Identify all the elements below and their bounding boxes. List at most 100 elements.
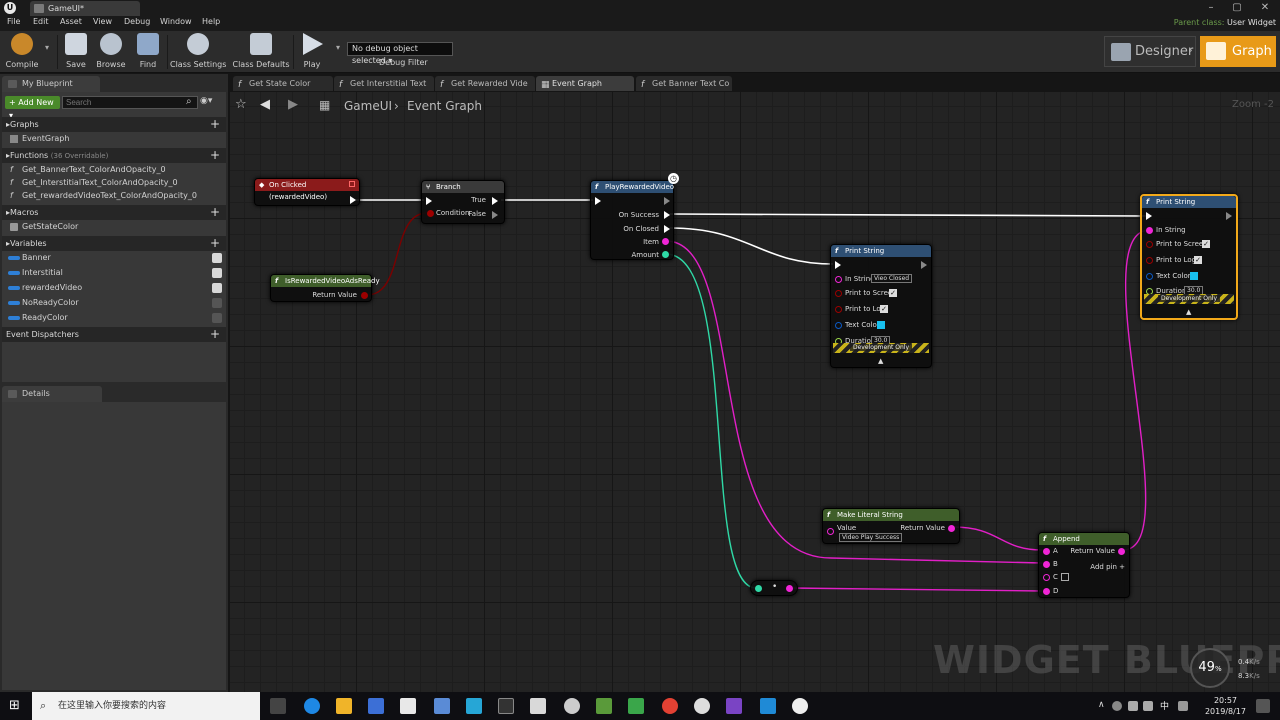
node-int-to-string[interactable]: • bbox=[750, 580, 798, 596]
variables-category[interactable]: ▸Variables + bbox=[2, 236, 226, 251]
value-string-pin[interactable] bbox=[827, 528, 834, 535]
print-log-pin[interactable] bbox=[835, 306, 842, 313]
browse-button[interactable]: Browse bbox=[94, 33, 128, 71]
graphs-category[interactable]: ▸Graphs + bbox=[2, 117, 226, 132]
exec-out-pin[interactable] bbox=[1226, 212, 1232, 220]
macro-item[interactable]: GetStateColor bbox=[2, 220, 226, 234]
spreadsheet-icon[interactable] bbox=[628, 698, 644, 714]
visibility-eye-icon[interactable] bbox=[212, 253, 222, 263]
literal-value-field[interactable]: Video Play Success bbox=[839, 533, 903, 542]
app-window-icon[interactable] bbox=[530, 698, 546, 714]
text-color-swatch[interactable] bbox=[877, 321, 885, 329]
class-defaults-button[interactable]: Class Defaults bbox=[232, 33, 290, 71]
menu-help[interactable]: Help bbox=[202, 17, 220, 26]
function-item[interactable]: f Get_InterstitialText_ColorAndOpacity_0 bbox=[2, 176, 226, 190]
text-color-swatch[interactable] bbox=[1190, 272, 1198, 280]
system-clock[interactable]: 20:57 2019/8/17 bbox=[1205, 695, 1246, 717]
node-on-clicked[interactable]: ◆ On Clicked (rewardedVideo) bbox=[254, 178, 360, 206]
return-string-pin[interactable] bbox=[948, 525, 955, 532]
print-screen-checkbox[interactable]: ✓ bbox=[889, 289, 897, 297]
item-string-pin[interactable] bbox=[662, 238, 669, 245]
in-string-field[interactable]: Vieo Closed bbox=[871, 274, 913, 283]
designer-mode-button[interactable]: Designer bbox=[1104, 36, 1196, 67]
store-icon[interactable] bbox=[368, 698, 384, 714]
details-tab[interactable]: Details bbox=[2, 386, 102, 402]
append-a-pin[interactable] bbox=[1043, 548, 1050, 555]
node-make-literal-string[interactable]: f Make Literal String Value Video Play Su… bbox=[822, 508, 960, 544]
visibility-eye-icon[interactable] bbox=[212, 268, 222, 278]
close-button[interactable]: ✕ bbox=[1252, 0, 1278, 16]
convert-int-pin[interactable] bbox=[755, 585, 762, 592]
return-bool-pin[interactable] bbox=[361, 292, 368, 299]
exec-in-pin[interactable] bbox=[1146, 212, 1152, 220]
in-string-pin[interactable] bbox=[835, 276, 842, 283]
blueprint-search-input[interactable] bbox=[62, 96, 198, 109]
exec-out-pin[interactable] bbox=[664, 197, 670, 205]
print-screen-pin[interactable] bbox=[1146, 241, 1153, 248]
vscode-icon[interactable] bbox=[760, 698, 776, 714]
print-screen-checkbox[interactable]: ✓ bbox=[1202, 240, 1210, 248]
node-print-string-closed[interactable]: f Print String In String Vieo Closed Prin… bbox=[830, 244, 932, 368]
convert-string-pin[interactable] bbox=[786, 585, 793, 592]
in-string-pin[interactable] bbox=[1146, 227, 1153, 234]
tray-overflow-chevron-icon[interactable]: ∧ bbox=[1098, 700, 1105, 710]
class-settings-button[interactable]: Class Settings bbox=[170, 33, 226, 71]
unreal-engine-icon[interactable] bbox=[792, 698, 808, 714]
print-log-checkbox[interactable]: ✓ bbox=[880, 305, 888, 313]
exec-out-pin[interactable] bbox=[921, 261, 927, 269]
menu-edit[interactable]: Edit bbox=[33, 17, 49, 26]
menu-file[interactable]: File bbox=[7, 17, 20, 26]
function-item[interactable]: f Get_rewardedVideoText_ColorAndOpacity_0 bbox=[2, 189, 226, 203]
text-color-pin[interactable] bbox=[835, 322, 842, 329]
edge-browser-icon[interactable] bbox=[304, 698, 320, 714]
node-play-rewarded-video[interactable]: f PlayRewardedVideo ◷ On Success On Close… bbox=[590, 173, 679, 260]
return-string-pin[interactable] bbox=[1118, 548, 1125, 555]
exec-in-pin[interactable] bbox=[835, 261, 841, 269]
visual-studio-icon[interactable] bbox=[726, 698, 742, 714]
node-is-rewarded-video-ready[interactable]: f IsRewardedVideoAdsReady Return Value bbox=[270, 274, 380, 302]
variable-item[interactable]: Banner bbox=[2, 251, 226, 265]
tray-app-icon[interactable] bbox=[1112, 701, 1122, 711]
append-b-pin[interactable] bbox=[1043, 561, 1050, 568]
add-macro-icon[interactable]: + bbox=[210, 205, 220, 219]
tab-get-banner-text[interactable]: f Get Banner Text Co bbox=[636, 76, 732, 91]
tab-get-rewarded-video[interactable]: f Get Rewarded Vide bbox=[435, 76, 535, 91]
function-item[interactable]: f Get_BannerText_ColorAndOpacity_0 bbox=[2, 163, 226, 177]
app-icon[interactable] bbox=[434, 698, 450, 714]
add-graph-icon[interactable]: + bbox=[210, 117, 220, 131]
task-view-icon[interactable] bbox=[270, 698, 286, 714]
my-blueprint-tab[interactable]: My Blueprint bbox=[2, 76, 100, 92]
ime-indicator[interactable]: 中 bbox=[1160, 699, 1169, 712]
minimize-button[interactable]: – bbox=[1198, 0, 1224, 16]
menu-asset[interactable]: Asset bbox=[60, 17, 82, 26]
document-tab-gameui[interactable]: GameUI* bbox=[30, 1, 140, 16]
play-button[interactable]: Play bbox=[298, 33, 326, 71]
visibility-eye-icon[interactable] bbox=[212, 283, 222, 293]
app-circle-icon[interactable] bbox=[694, 698, 710, 714]
print-log-pin[interactable] bbox=[1146, 257, 1153, 264]
debug-object-select[interactable]: No debug object selected ▾ bbox=[347, 42, 453, 65]
variable-item[interactable]: ReadyColor bbox=[2, 311, 226, 325]
variable-item[interactable]: rewardedVideo bbox=[2, 281, 226, 295]
battery-icon[interactable] bbox=[1128, 701, 1138, 711]
variable-item[interactable]: Interstitial bbox=[2, 266, 226, 280]
volume-icon[interactable] bbox=[1143, 701, 1153, 711]
on-closed-exec-pin[interactable] bbox=[664, 225, 670, 233]
tab-get-interstitial-text[interactable]: f Get Interstitial Text bbox=[334, 76, 434, 91]
add-variable-icon[interactable]: + bbox=[210, 236, 220, 250]
mail-icon[interactable] bbox=[400, 698, 416, 714]
functions-category[interactable]: ▸Functions (36 Overridable) + bbox=[2, 148, 226, 163]
on-success-exec-pin[interactable] bbox=[664, 211, 670, 219]
menu-view[interactable]: View bbox=[93, 17, 112, 26]
text-color-pin[interactable] bbox=[1146, 273, 1153, 280]
terminal-icon[interactable] bbox=[498, 698, 514, 714]
event-dispatchers-category[interactable]: Event Dispatchers + bbox=[2, 327, 226, 342]
graph-item-eventgraph[interactable]: EventGraph bbox=[2, 132, 226, 146]
visibility-eye-icon[interactable] bbox=[212, 298, 222, 308]
event-graph-canvas[interactable]: ☆ ◀ ▶ ▦ GameUI › Event Graph Zoom -2 ◆ On… bbox=[230, 92, 1280, 692]
tab-get-state-color[interactable]: f Get State Color bbox=[233, 76, 333, 91]
view-options-eye-icon[interactable]: ◉▾ bbox=[200, 96, 212, 106]
menu-window[interactable]: Window bbox=[160, 17, 192, 26]
file-explorer-icon[interactable] bbox=[336, 698, 352, 714]
node-print-string-success[interactable]: f Print String In String Print to Screen … bbox=[1140, 194, 1238, 320]
